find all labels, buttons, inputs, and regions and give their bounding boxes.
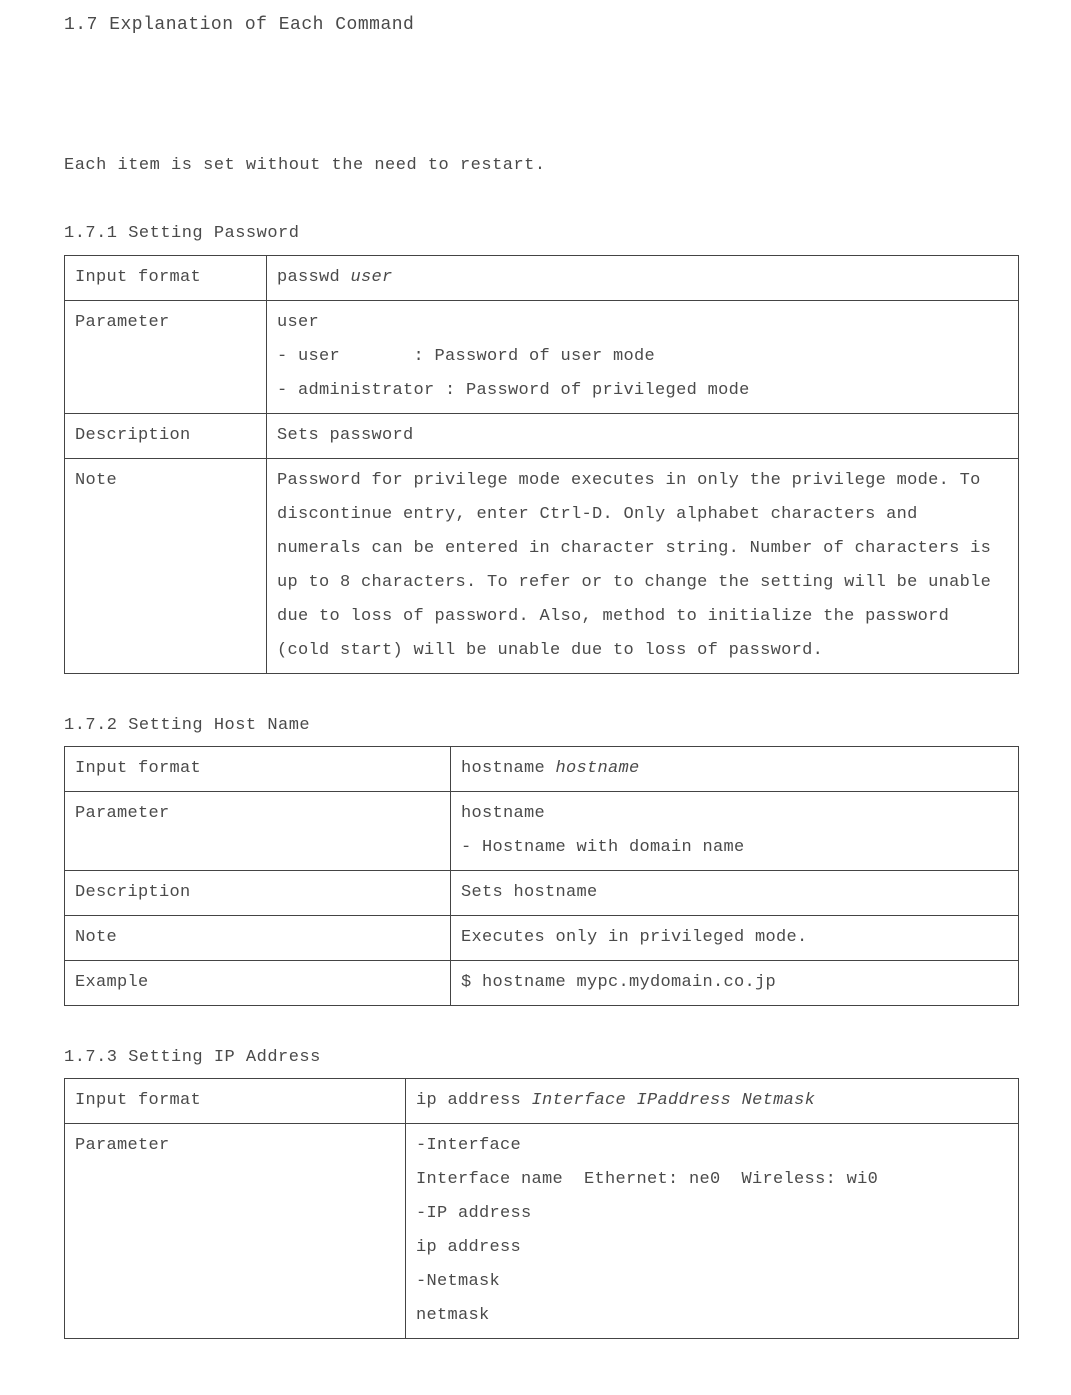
row-value: passwd user bbox=[267, 255, 1019, 300]
command-table: Input formathostname hostnameParameterho… bbox=[64, 746, 1019, 1006]
row-value: ip address Interface IPaddress Netmask bbox=[406, 1079, 1019, 1124]
page-title: 1.7 Explanation of Each Command bbox=[64, 8, 1019, 42]
row-label: Note bbox=[65, 458, 267, 673]
table-row: NoteExecutes only in privileged mode. bbox=[65, 916, 1019, 961]
intro-text: Each item is set without the need to res… bbox=[64, 150, 1019, 182]
row-value: Password for privilege mode executes in … bbox=[267, 458, 1019, 673]
section-title: 1.7.1 Setting Password bbox=[64, 218, 1019, 250]
table-row: Input formatip address Interface IPaddre… bbox=[65, 1079, 1019, 1124]
table-row: NotePassword for privilege mode executes… bbox=[65, 458, 1019, 673]
row-value: hostname hostname bbox=[451, 747, 1019, 792]
row-label: Parameter bbox=[65, 792, 451, 871]
row-value: -InterfaceInterface name Ethernet: ne0 W… bbox=[406, 1124, 1019, 1339]
table-row: Parameterhostname- Hostname with domain … bbox=[65, 792, 1019, 871]
section-title: 1.7.2 Setting Host Name bbox=[64, 710, 1019, 742]
table-row: Input formathostname hostname bbox=[65, 747, 1019, 792]
row-label: Input format bbox=[65, 747, 451, 792]
row-label: Note bbox=[65, 916, 451, 961]
command-table: Input formatpasswd userParameteruser- us… bbox=[64, 255, 1019, 674]
row-value: user- user : Password of user mode- admi… bbox=[267, 300, 1019, 413]
row-value: $ hostname mypc.mydomain.co.jp bbox=[451, 961, 1019, 1006]
table-row: Parameter-InterfaceInterface name Ethern… bbox=[65, 1124, 1019, 1339]
row-label: Parameter bbox=[65, 300, 267, 413]
row-value: Sets password bbox=[267, 413, 1019, 458]
table-row: DescriptionSets password bbox=[65, 413, 1019, 458]
command-table: Input formatip address Interface IPaddre… bbox=[64, 1078, 1019, 1339]
row-label: Description bbox=[65, 871, 451, 916]
row-label: Parameter bbox=[65, 1124, 406, 1339]
row-value: Executes only in privileged mode. bbox=[451, 916, 1019, 961]
row-label: Input format bbox=[65, 255, 267, 300]
table-row: Input formatpasswd user bbox=[65, 255, 1019, 300]
table-row: Example$ hostname mypc.mydomain.co.jp bbox=[65, 961, 1019, 1006]
row-value: Sets hostname bbox=[451, 871, 1019, 916]
table-row: Parameteruser- user : Password of user m… bbox=[65, 300, 1019, 413]
row-value: hostname- Hostname with domain name bbox=[451, 792, 1019, 871]
row-label: Description bbox=[65, 413, 267, 458]
table-row: DescriptionSets hostname bbox=[65, 871, 1019, 916]
document-page: 1.7 Explanation of Each Command Each ite… bbox=[0, 0, 1071, 1395]
row-label: Input format bbox=[65, 1079, 406, 1124]
row-label: Example bbox=[65, 961, 451, 1006]
section-title: 1.7.3 Setting IP Address bbox=[64, 1042, 1019, 1074]
